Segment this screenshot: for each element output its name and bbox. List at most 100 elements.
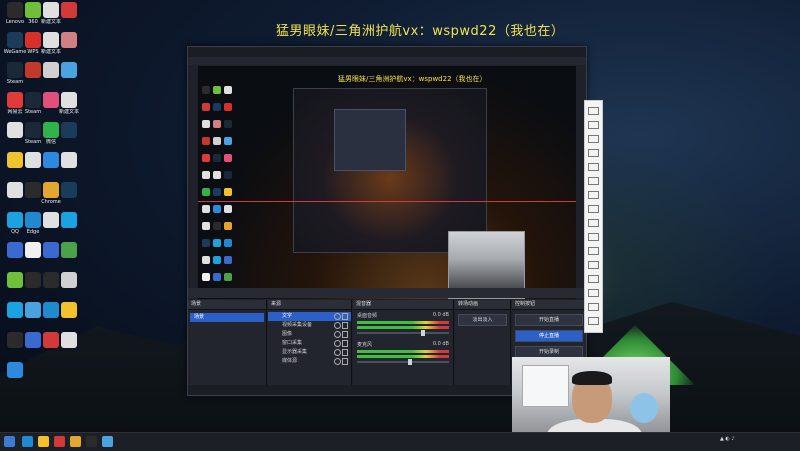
volume-meter	[357, 355, 449, 358]
visibility-eye-icon[interactable]	[334, 322, 341, 329]
floating-side-toolbar[interactable]	[584, 100, 603, 333]
preview-mini-icon	[224, 120, 232, 128]
controls-dock-header: 控制按钮	[512, 300, 586, 310]
volume-fader[interactable]	[357, 330, 449, 336]
lock-icon[interactable]	[342, 331, 348, 338]
visibility-eye-icon[interactable]	[334, 340, 341, 347]
source-row[interactable]: 窗口采集	[268, 339, 351, 348]
source-row[interactable]: 视频采集设备	[268, 321, 351, 330]
side-tool-icon[interactable]	[588, 247, 599, 255]
lock-icon[interactable]	[342, 358, 348, 365]
desktop-shortcut-icon[interactable]	[56, 332, 82, 349]
side-tool-icon[interactable]	[588, 275, 599, 283]
preview-mini-icon	[202, 171, 210, 179]
lock-icon[interactable]	[342, 313, 348, 320]
desktop-shortcut-icon[interactable]	[56, 212, 82, 229]
desktop-shortcut-icon[interactable]	[56, 152, 82, 169]
source-row[interactable]: 图像	[268, 330, 351, 339]
taskbar-app-icon[interactable]	[38, 436, 49, 447]
side-tool-icon[interactable]	[588, 121, 599, 129]
scenes-dock-header: 场景	[188, 300, 266, 310]
side-tool-icon[interactable]	[588, 303, 599, 311]
taskbar-app-icon[interactable]	[86, 436, 97, 447]
lock-icon[interactable]	[342, 340, 348, 347]
desktop-shortcut-label: Edge	[26, 229, 40, 235]
scene-item[interactable]: 场景	[190, 313, 264, 322]
preview-mini-icon	[224, 205, 232, 213]
side-tool-icon[interactable]	[588, 219, 599, 227]
visibility-eye-icon[interactable]	[334, 349, 341, 356]
source-row-label: 文字	[282, 313, 293, 319]
obs-window[interactable]: 猛男眼妹/三角洲护航vx：wspwd22（我也在） 场景 场景 +−⚙^v 来源…	[187, 46, 587, 396]
control-button[interactable]: 开始直播	[515, 314, 583, 326]
source-row[interactable]: 显示器采集	[268, 348, 351, 357]
desktop-shortcut-icon[interactable]	[56, 272, 82, 289]
lock-icon[interactable]	[342, 322, 348, 329]
fader-knob[interactable]	[421, 330, 426, 336]
preview-mini-icon	[213, 86, 221, 94]
desktop-shortcut-label: 新建文本	[40, 49, 61, 55]
volume-meter	[357, 350, 449, 353]
obs-source-toolbar[interactable]	[188, 288, 586, 298]
transition-select[interactable]: 淡出淡入	[458, 314, 507, 326]
volume-meter	[357, 321, 449, 324]
lock-icon[interactable]	[342, 349, 348, 356]
desktop-shortcut-icon[interactable]	[56, 122, 82, 139]
desktop-shortcut-icon[interactable]	[2, 362, 28, 379]
side-tool-icon[interactable]	[588, 177, 599, 185]
mixer-db-readout: 0.0 dB	[432, 312, 449, 318]
side-tool-icon[interactable]	[588, 191, 599, 199]
app-icon	[61, 2, 77, 18]
source-row[interactable]: 媒体源	[268, 357, 351, 366]
side-tool-icon[interactable]	[588, 289, 599, 297]
preview-mini-icon	[224, 188, 232, 196]
desktop-shortcut-label: Chrome	[41, 199, 61, 205]
side-tool-icon[interactable]	[588, 233, 599, 241]
obs-titlebar[interactable]	[188, 47, 586, 57]
desktop-shortcut-icon[interactable]	[56, 302, 82, 319]
source-row[interactable]: 文字	[268, 312, 351, 321]
start-windows-icon[interactable]	[4, 436, 15, 447]
desktop-shortcut-icon[interactable]: 新建文本	[56, 92, 82, 116]
desktop-shortcut-icon[interactable]	[56, 2, 82, 19]
app-icon	[61, 122, 77, 138]
obs-preview[interactable]: 猛男眼妹/三角洲护航vx：wspwd22（我也在）	[198, 66, 576, 299]
mixer-dock: 混音器 桌面音频 0.0 dB 麦克风 0.0 dB	[353, 300, 454, 395]
side-tool-icon[interactable]	[588, 317, 599, 325]
taskbar-app-icon[interactable]	[22, 436, 33, 447]
side-tool-icon[interactable]	[588, 135, 599, 143]
preview-mini-icon	[224, 273, 232, 281]
mixer-channel: 麦克风 0.0 dB	[353, 339, 453, 368]
control-button[interactable]: 停止直播	[515, 330, 583, 342]
side-tool-icon[interactable]	[588, 205, 599, 213]
app-icon	[61, 302, 77, 318]
preview-mini-icon	[202, 120, 210, 128]
taskbar-app-icon[interactable]	[102, 436, 113, 447]
fader-knob[interactable]	[407, 359, 412, 365]
mixer-db-readout: 0.0 dB	[432, 341, 449, 347]
taskbar-app-icon[interactable]	[70, 436, 81, 447]
side-tool-icon[interactable]	[588, 149, 599, 157]
preview-mini-icon	[202, 86, 210, 94]
visibility-eye-icon[interactable]	[334, 358, 341, 365]
volume-fader[interactable]	[357, 359, 449, 365]
obs-menubar[interactable]	[188, 57, 586, 65]
visibility-eye-icon[interactable]	[334, 313, 341, 320]
app-icon	[61, 242, 77, 258]
desktop-shortcut-icon[interactable]	[56, 242, 82, 259]
desktop-shortcut-icon[interactable]	[56, 182, 82, 199]
desktop-shortcut-label: 微信	[45, 139, 56, 145]
visibility-eye-icon[interactable]	[334, 331, 341, 338]
side-tool-icon[interactable]	[588, 107, 599, 115]
tray-icons[interactable]: ▲ ◐ ♪	[720, 436, 735, 442]
volume-meter	[357, 326, 449, 329]
desktop-shortcut-icon[interactable]	[56, 62, 82, 79]
desktop-shortcut-icon[interactable]	[56, 32, 82, 49]
app-icon	[61, 152, 77, 168]
taskbar-app-icon[interactable]	[54, 436, 65, 447]
side-tool-icon[interactable]	[588, 261, 599, 269]
side-tool-icon[interactable]	[588, 163, 599, 171]
mixer-channel-label: 麦克风	[357, 342, 373, 348]
mixer-channel-label: 桌面音频	[357, 313, 378, 319]
preview-mini-icon	[213, 154, 221, 162]
